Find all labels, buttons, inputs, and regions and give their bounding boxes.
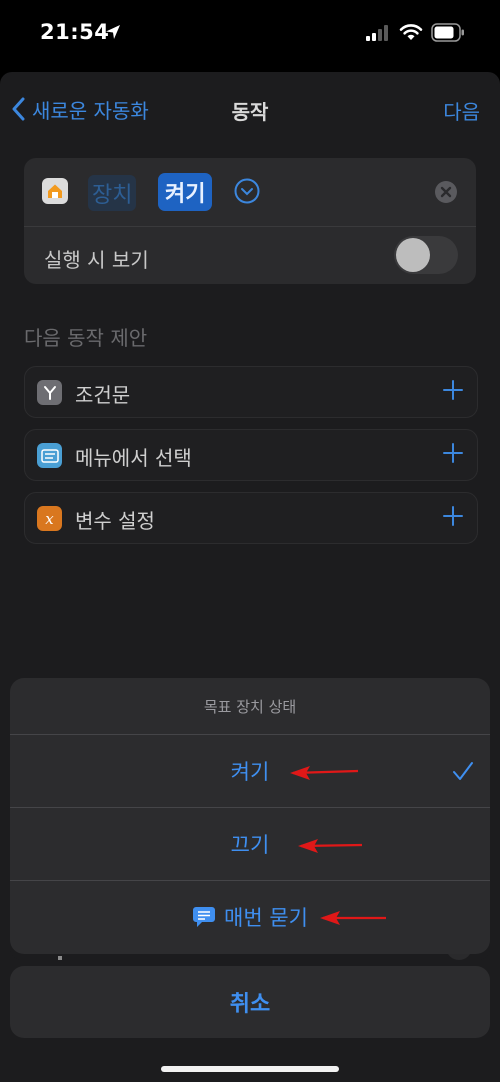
if-branch-icon: [37, 380, 62, 405]
suggestion-set-variable[interactable]: x 변수 설정: [24, 492, 478, 544]
action-sheet-title: 목표 장치 상태: [203, 697, 297, 716]
status-time: 21:54: [40, 20, 110, 44]
status-bar: 21:54: [0, 0, 500, 70]
wifi-icon: [399, 24, 423, 40]
suggestion-label: 변수 설정: [75, 509, 155, 533]
suggestion-if[interactable]: 조건문: [24, 366, 478, 418]
plus-icon[interactable]: [441, 378, 465, 402]
next-button[interactable]: 다음: [443, 96, 480, 125]
suggestions-header: 다음 동작 제안: [24, 326, 148, 350]
toggle-knob: [396, 238, 430, 272]
annotation-arrow-icon: [298, 839, 363, 853]
device-parameter-chip[interactable]: 장치: [88, 175, 137, 211]
page-title: 동작: [231, 100, 269, 124]
plus-icon[interactable]: [441, 504, 465, 528]
cellular-signal-icon: [366, 25, 392, 41]
annotation-arrow-icon: [320, 911, 386, 925]
location-arrow-icon: [106, 25, 120, 39]
suggestion-choose-from-menu[interactable]: 메뉴에서 선택: [24, 429, 478, 481]
show-when-run-label: 실행 시 보기: [44, 248, 149, 272]
chevron-down-circle-icon[interactable]: [234, 178, 260, 204]
state-parameter-chip[interactable]: 켜기: [158, 173, 213, 211]
option-label: 끄기: [230, 833, 270, 857]
show-when-run-toggle[interactable]: [394, 236, 458, 274]
divider: [24, 226, 476, 227]
variable-x-icon: x: [37, 506, 62, 531]
battery-icon: [431, 23, 464, 42]
cancel-button[interactable]: 취소: [10, 966, 490, 1038]
checkmark-icon: [453, 762, 473, 780]
suggestion-label: 조건문: [75, 383, 131, 407]
home-app-icon: [42, 178, 68, 204]
clear-icon[interactable]: [434, 180, 458, 204]
option-label: 매번 묻기: [224, 906, 308, 930]
target-state-action-sheet: 목표 장치 상태 켜기 끄기 매번 묻기: [10, 678, 490, 954]
option-turn-off[interactable]: 끄기: [10, 807, 490, 880]
option-ask-each-time[interactable]: 매번 묻기: [10, 880, 490, 953]
control-home-action-card: 장치 켜기 실행 시 보기: [24, 158, 476, 284]
menu-icon: [37, 443, 62, 468]
chat-bubble-icon: [193, 907, 216, 927]
option-label: 켜기: [230, 760, 270, 784]
suggestion-label: 메뉴에서 선택: [75, 446, 192, 470]
annotation-arrow-icon: [290, 766, 359, 780]
home-indicator[interactable]: [161, 1066, 339, 1072]
background-dot: [58, 956, 62, 960]
plus-icon[interactable]: [441, 441, 465, 465]
option-turn-on[interactable]: 켜기: [10, 734, 490, 807]
